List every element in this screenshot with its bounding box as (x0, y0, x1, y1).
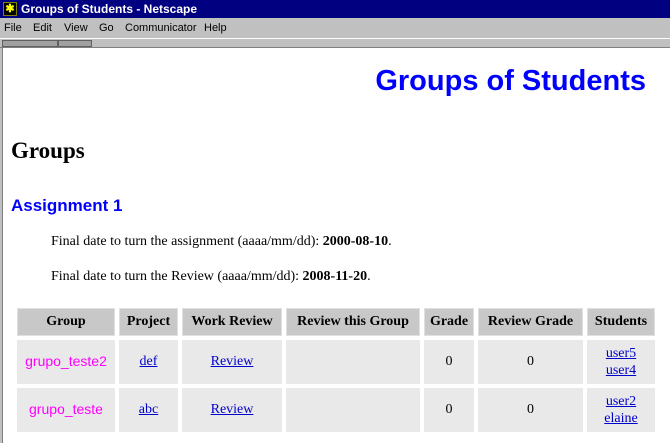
header-review-grade: Review Grade (478, 308, 583, 336)
window-titlebar[interactable]: ✱ Groups of Students - Netscape (0, 0, 670, 18)
review-date-line: Final date to turn the Review (aaaa/mm/d… (51, 269, 371, 284)
window-title: Groups of Students - Netscape (21, 2, 198, 16)
header-project: Project (119, 308, 178, 336)
work-review-cell: Review (182, 388, 282, 432)
page-heading: Groups (11, 138, 85, 163)
review-this-group-cell (286, 388, 420, 432)
menu-go[interactable]: Go (99, 19, 114, 37)
header-review-this-group: Review this Group (286, 308, 420, 336)
group-name: grupo_teste2 (25, 353, 107, 369)
work-review-cell: Review (182, 340, 282, 384)
review-this-group-cell (286, 340, 420, 384)
menu-help[interactable]: Help (204, 19, 227, 37)
assignment-date-label: Final date to turn the assignment (aaaa/… (51, 234, 320, 249)
work-review-link[interactable]: Review (211, 402, 254, 417)
review-grade-cell: 0 (478, 388, 583, 432)
collapsed-toolbars (0, 38, 670, 48)
students-cell: user2 elaine (587, 388, 655, 432)
menu-view[interactable]: View (64, 19, 88, 37)
header-group: Group (17, 308, 115, 336)
toolbar-tab-navigation[interactable] (2, 40, 58, 47)
student-link[interactable]: user2 (587, 393, 655, 410)
review-grade-cell: 0 (478, 340, 583, 384)
header-students: Students (587, 308, 655, 336)
page-banner: Groups of Students (375, 65, 646, 97)
header-grade: Grade (424, 308, 474, 336)
group-cell: grupo_teste (17, 388, 115, 432)
assignment-date-value: 2000-08-10 (322, 234, 389, 249)
review-date-value: 2008-11-20 (302, 269, 368, 284)
table-row: grupo_teste2 def Review 0 0 user5 user4 (17, 340, 655, 384)
student-link[interactable]: user4 (587, 362, 655, 379)
review-date-label: Final date to turn the Review (aaaa/mm/d… (51, 269, 300, 284)
header-work-review: Work Review (182, 308, 282, 336)
project-link[interactable]: def (140, 354, 158, 369)
groups-table: Group Project Work Review Review this Gr… (13, 304, 659, 436)
project-link[interactable]: abc (139, 402, 158, 417)
assignment-title: Assignment 1 (11, 196, 123, 215)
student-link[interactable]: user5 (587, 345, 655, 362)
students-cell: user5 user4 (587, 340, 655, 384)
menu-file[interactable]: File (4, 19, 22, 37)
netscape-app-icon[interactable]: ✱ (3, 2, 17, 16)
grade-cell: 0 (424, 388, 474, 432)
assignment-date-line: Final date to turn the assignment (aaaa/… (51, 234, 392, 249)
table-row: grupo_teste abc Review 0 0 user2 elaine (17, 388, 655, 432)
page-content: Groups of Students Groups Assignment 1 F… (2, 48, 670, 443)
group-name: grupo_teste (29, 401, 103, 417)
work-review-link[interactable]: Review (211, 354, 254, 369)
menu-communicator[interactable]: Communicator (125, 19, 197, 37)
toolbar-tab-location[interactable] (58, 40, 92, 47)
project-cell: abc (119, 388, 178, 432)
table-header-row: Group Project Work Review Review this Gr… (17, 308, 655, 336)
grade-cell: 0 (424, 340, 474, 384)
menu-bar: File Edit View Go Communicator Help (0, 19, 670, 37)
menu-edit[interactable]: Edit (33, 19, 52, 37)
group-cell: grupo_teste2 (17, 340, 115, 384)
project-cell: def (119, 340, 178, 384)
student-link[interactable]: elaine (587, 410, 655, 427)
